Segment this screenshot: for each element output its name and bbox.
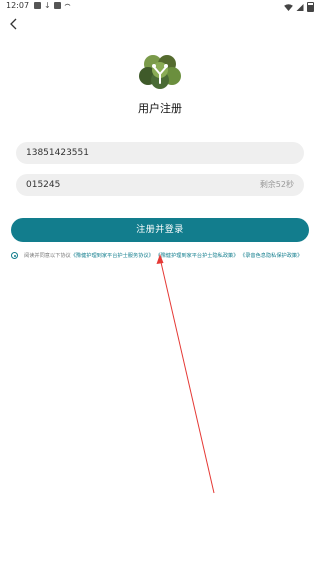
antenna-icon — [64, 3, 71, 6]
app-notification-icon — [53, 2, 61, 9]
verification-code-field[interactable]: 剩余52秒 — [16, 174, 304, 196]
resend-countdown: 剩余52秒 — [259, 180, 294, 189]
verification-code-input[interactable] — [26, 174, 226, 196]
download-icon: ↓ — [44, 1, 51, 10]
image-notification-icon — [34, 2, 41, 9]
app-logo — [139, 55, 181, 89]
status-time: 12:07 — [6, 1, 30, 10]
back-arrow-icon[interactable] — [7, 17, 21, 31]
phone-input[interactable] — [26, 142, 226, 164]
agreement-text: 阅读并同意以下协议《豫健护理到家平台护士服务协议》 《豫健护理到家平台护士隐私政… — [24, 251, 312, 261]
agreement-radio[interactable] — [11, 252, 18, 259]
agreement-prefix: 阅读并同意以下协议 — [24, 253, 71, 259]
phone-field[interactable] — [16, 142, 304, 164]
agreement-link-recording-privacy[interactable]: 《录音色息隐私保护政策》 — [240, 253, 302, 259]
signal-icon — [296, 3, 304, 11]
register-login-button[interactable]: 注册并登录 — [11, 218, 309, 242]
agreement-link-service[interactable]: 《豫健护理到家平台护士服务协议》 — [71, 253, 154, 259]
notification-icons: ↓ — [34, 1, 71, 10]
battery-icon — [307, 2, 314, 12]
agreement-link-privacy[interactable]: 《豫健护理到家平台护士隐私政策》 — [155, 253, 238, 259]
system-icons — [284, 2, 314, 12]
status-bar: 12:07 ↓ — [0, 0, 320, 14]
page-title: 用户注册 — [138, 102, 182, 115]
wifi-icon — [284, 3, 293, 11]
